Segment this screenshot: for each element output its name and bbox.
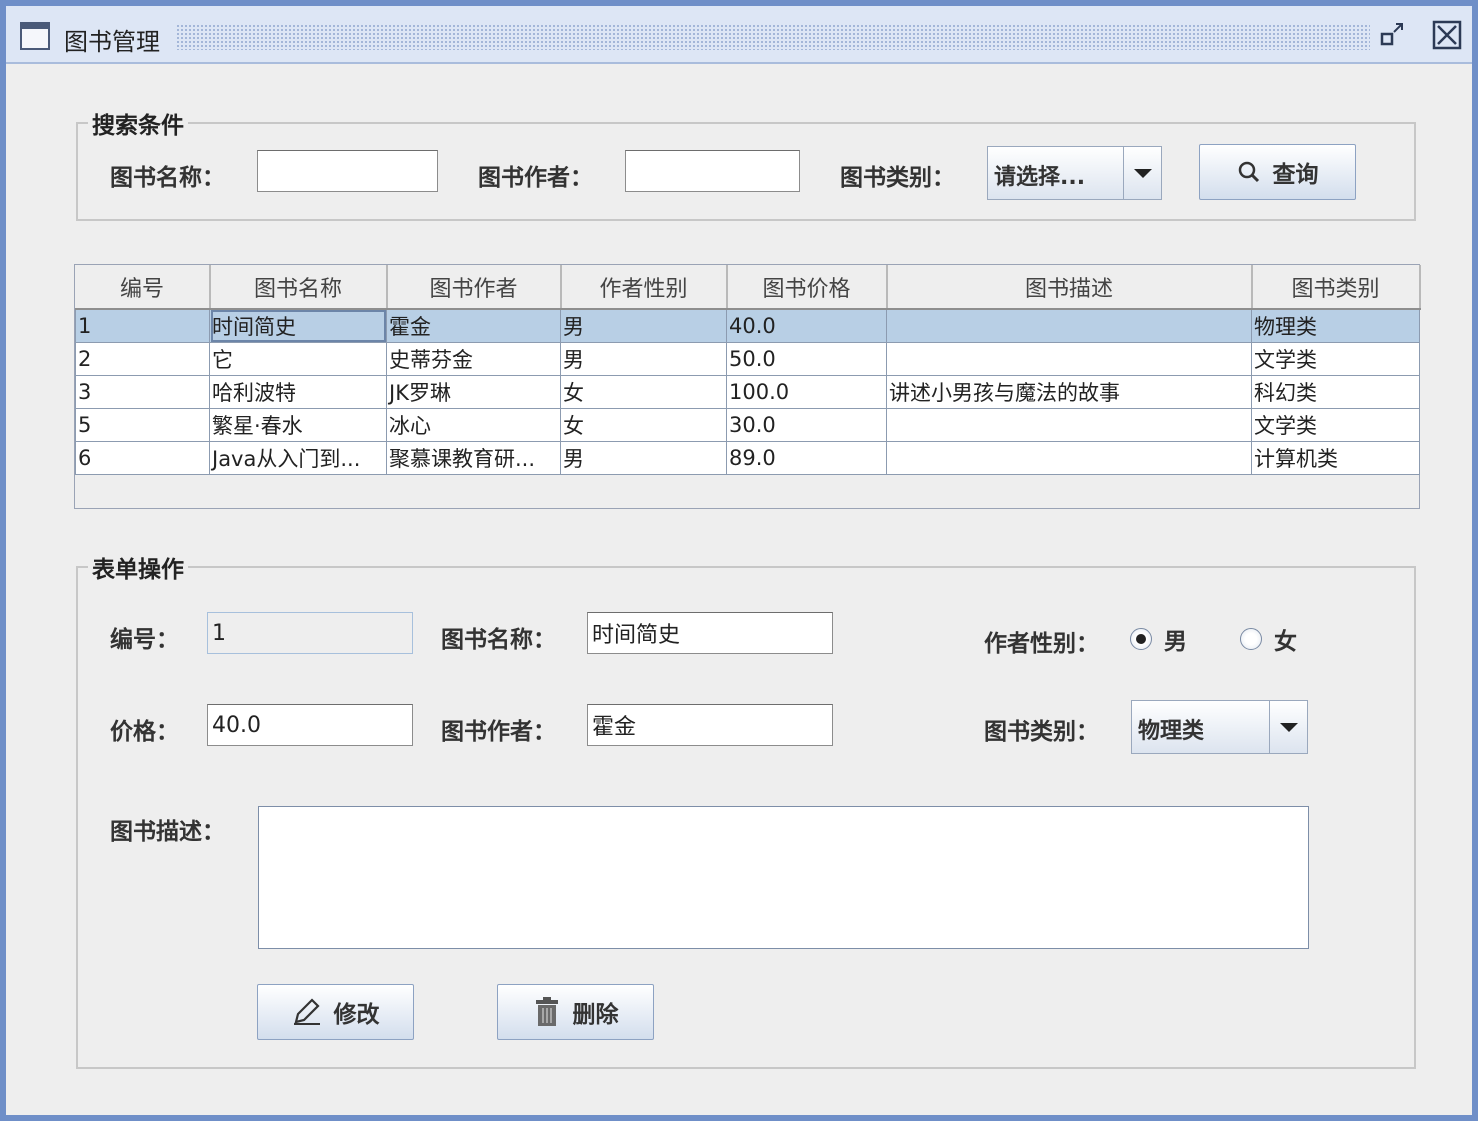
table-row[interactable]: 3 哈利波特 JK罗琳 女 100.0 讲述小男孩与魔法的故事 科幻类 — [75, 375, 1420, 409]
cell-gender[interactable]: 男 — [560, 308, 727, 343]
book-management-window: 图书管理 搜索条件 图书名称： 图书作者： 图书类别： 请选择... 查询 编号… — [6, 6, 1472, 1115]
book-table[interactable]: 编号 图书名称 图书作者 作者性别 图书价格 图书描述 图书类别 1 时间简史 … — [74, 264, 1421, 509]
cell-author[interactable]: 史蒂芬金 — [386, 342, 561, 376]
gender-male-radio[interactable]: 男 — [1130, 622, 1187, 656]
form-desc-textarea[interactable] — [258, 806, 1309, 949]
form-book-name-input[interactable] — [587, 612, 833, 654]
book-table-grid: 编号 图书名称 图书作者 作者性别 图书价格 图书描述 图书类别 1 时间简史 … — [75, 265, 1421, 475]
cell-category[interactable]: 文学类 — [1251, 408, 1420, 442]
table-row[interactable]: 5 繁星·春水 冰心 女 30.0 文学类 — [75, 408, 1420, 442]
gender-female-label: 女 — [1274, 629, 1297, 655]
title-bar-texture — [176, 24, 1370, 50]
cell-price[interactable]: 89.0 — [726, 441, 887, 475]
column-header-price[interactable]: 图书价格 — [726, 265, 888, 310]
cell-name[interactable]: 时间简史 — [209, 308, 387, 343]
gender-male-label: 男 — [1164, 629, 1187, 655]
cell-gender[interactable]: 男 — [560, 441, 727, 475]
cell-id[interactable]: 1 — [75, 308, 210, 343]
modify-button-label: 修改 — [333, 1002, 380, 1028]
search-book-author-label: 图书作者： — [478, 165, 593, 191]
search-icon — [1238, 161, 1259, 183]
form-price-label: 价格： — [110, 719, 179, 745]
cell-id[interactable]: 2 — [75, 342, 210, 376]
search-conditions-legend: 搜索条件 — [92, 113, 184, 139]
cell-price[interactable]: 50.0 — [726, 342, 887, 376]
table-row[interactable]: 6 Java从入门到... 聚慕课教育研... 男 89.0 计算机类 — [75, 441, 1420, 475]
radio-unselected-icon — [1240, 628, 1262, 650]
cell-id[interactable]: 3 — [75, 375, 210, 409]
cell-price[interactable]: 30.0 — [726, 408, 887, 442]
form-price-input[interactable] — [207, 704, 413, 746]
cell-category[interactable]: 科幻类 — [1251, 375, 1420, 409]
cell-id[interactable]: 6 — [75, 441, 210, 475]
cell-desc[interactable]: 讲述小男孩与魔法的故事 — [886, 375, 1252, 409]
window-app-icon — [20, 22, 50, 50]
chevron-down-icon[interactable] — [1123, 147, 1161, 199]
table-header-row: 编号 图书名称 图书作者 作者性别 图书价格 图书描述 图书类别 — [75, 265, 1421, 310]
form-id-field — [207, 612, 413, 654]
column-header-category[interactable]: 图书类别 — [1251, 265, 1421, 310]
cell-name[interactable]: 哈利波特 — [209, 375, 387, 409]
cell-category[interactable]: 文学类 — [1251, 342, 1420, 376]
radio-selected-icon — [1130, 628, 1152, 650]
form-id-label: 编号： — [110, 627, 179, 653]
search-book-author-input[interactable] — [625, 150, 800, 192]
column-header-id[interactable]: 编号 — [75, 265, 211, 310]
cell-gender[interactable]: 女 — [560, 375, 727, 409]
form-operations-legend: 表单操作 — [92, 557, 184, 583]
restore-icon[interactable] — [1378, 20, 1408, 50]
cell-author[interactable]: 聚慕课教育研... — [386, 441, 561, 475]
cell-id[interactable]: 5 — [75, 408, 210, 442]
column-header-name[interactable]: 图书名称 — [209, 265, 388, 310]
delete-button[interactable]: 删除 — [497, 984, 654, 1040]
title-bar[interactable]: 图书管理 — [6, 6, 1472, 64]
cell-desc[interactable] — [886, 441, 1252, 475]
query-button-label: 查询 — [1272, 162, 1319, 188]
table-row[interactable]: 2 它 史蒂芬金 男 50.0 文学类 — [75, 342, 1420, 376]
edit-icon — [293, 998, 320, 1025]
cell-desc[interactable] — [886, 408, 1252, 442]
search-book-name-label: 图书名称： — [110, 165, 225, 191]
close-icon[interactable] — [1432, 20, 1462, 50]
search-book-name-input[interactable] — [257, 150, 438, 192]
window-title: 图书管理 — [64, 28, 160, 56]
trash-icon — [535, 997, 558, 1026]
search-book-category-label: 图书类别： — [840, 165, 955, 191]
cell-name[interactable]: 繁星·春水 — [209, 408, 387, 442]
cell-author[interactable]: JK罗琳 — [386, 375, 561, 409]
gender-female-radio[interactable]: 女 — [1240, 622, 1297, 656]
column-header-desc[interactable]: 图书描述 — [886, 265, 1253, 310]
search-category-selected: 请选择... — [994, 165, 1086, 190]
cell-name[interactable]: 它 — [209, 342, 387, 376]
form-book-author-label: 图书作者： — [441, 719, 556, 745]
cell-category[interactable]: 物理类 — [1251, 308, 1420, 343]
cell-author[interactable]: 冰心 — [386, 408, 561, 442]
table-row[interactable]: 1 时间简史 霍金 男 40.0 物理类 — [75, 308, 1420, 343]
form-gender-label: 作者性别： — [984, 631, 1099, 657]
form-category-selected: 物理类 — [1138, 719, 1205, 744]
cell-price[interactable]: 40.0 — [726, 308, 887, 343]
delete-button-label: 删除 — [572, 1002, 619, 1028]
search-category-combo[interactable]: 请选择... — [987, 146, 1162, 200]
cell-category[interactable]: 计算机类 — [1251, 441, 1420, 475]
cell-gender[interactable]: 女 — [560, 408, 727, 442]
form-desc-label: 图书描述： — [110, 819, 225, 845]
form-book-name-label: 图书名称： — [441, 627, 556, 653]
column-header-author[interactable]: 图书作者 — [386, 265, 562, 310]
form-category-label: 图书类别： — [984, 719, 1099, 745]
cell-desc[interactable] — [886, 308, 1252, 343]
cell-name[interactable]: Java从入门到... — [209, 441, 387, 475]
cell-author[interactable]: 霍金 — [386, 308, 561, 343]
chevron-down-icon[interactable] — [1269, 701, 1307, 753]
cell-price[interactable]: 100.0 — [726, 375, 887, 409]
modify-button[interactable]: 修改 — [257, 984, 414, 1040]
form-book-author-input[interactable] — [587, 704, 833, 746]
query-button[interactable]: 查询 — [1199, 144, 1356, 200]
column-header-gender[interactable]: 作者性别 — [560, 265, 728, 310]
cell-gender[interactable]: 男 — [560, 342, 727, 376]
form-category-combo[interactable]: 物理类 — [1131, 700, 1308, 754]
cell-desc[interactable] — [886, 342, 1252, 376]
